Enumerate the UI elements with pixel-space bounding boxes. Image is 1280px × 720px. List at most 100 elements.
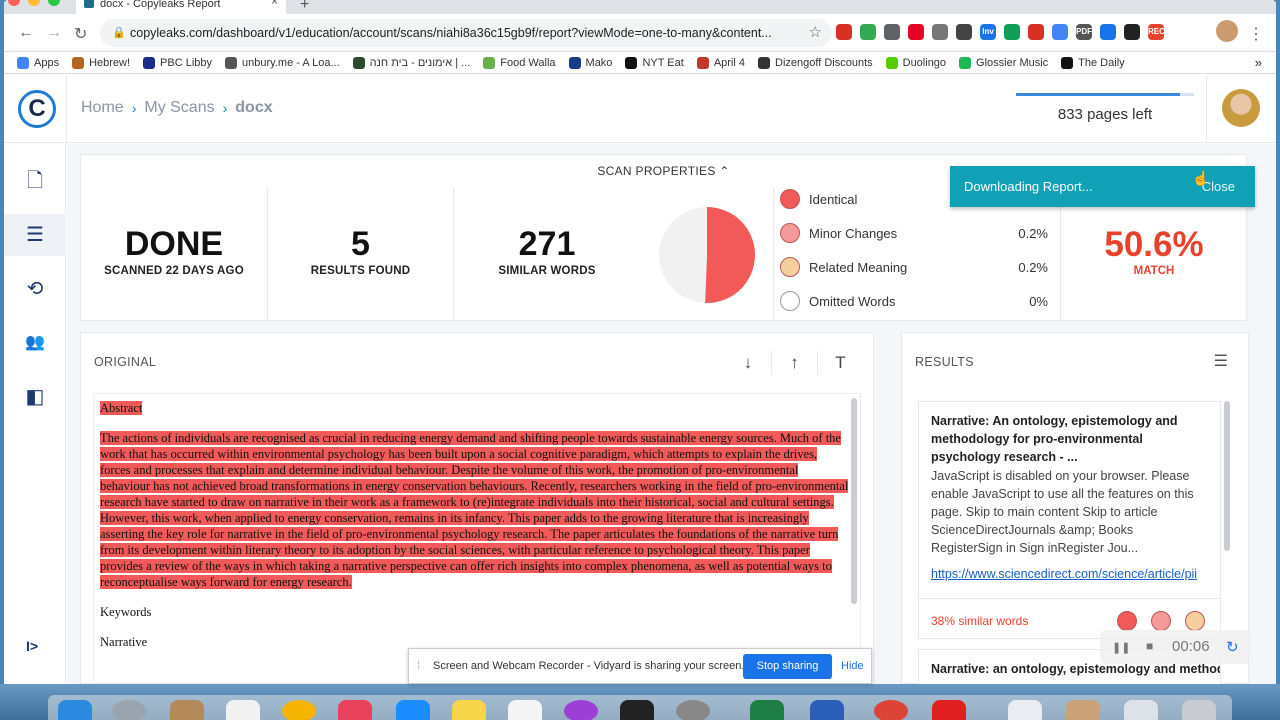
screen-share-bar: ⁞ Screen and Webcam Recorder - Vidyard i…	[408, 648, 872, 684]
breadcrumb-my-scans[interactable]: My Scans	[144, 99, 214, 117]
avatar[interactable]	[1222, 89, 1260, 127]
users-icon[interactable]: 👥	[4, 322, 66, 364]
bookmark-item[interactable]: Dizengoff Discounts	[758, 56, 873, 69]
breadcrumb-home[interactable]: Home	[81, 99, 124, 117]
bookmark-item[interactable]: unbury.me - A Loa...	[225, 56, 340, 69]
hide-button[interactable]: Hide	[841, 660, 864, 672]
expand-sidebar-icon[interactable]: I>	[26, 638, 38, 654]
result-title[interactable]: Narrative: An ontology, epistemology and…	[931, 412, 1208, 466]
bookmark-item[interactable]: Duolingo	[885, 56, 947, 69]
bookmark-star-icon[interactable]: ☆	[809, 19, 822, 47]
legend-minor-changes[interactable]: Minor Changes 0.2%	[780, 221, 1056, 245]
abstract-text: The actions of individuals are recognise…	[100, 431, 849, 589]
filter-icon[interactable]: ☰	[1214, 351, 1228, 371]
bookmark-label: The Daily	[1078, 56, 1125, 69]
new-document-icon[interactable]: 🗋	[4, 160, 66, 202]
results-scrollbar[interactable]	[1224, 401, 1230, 551]
window-thumbnail-icon[interactable]	[1124, 700, 1158, 720]
forward-icon[interactable]: →	[46, 24, 62, 42]
extension-icon[interactable]	[1028, 24, 1044, 40]
window-thumbnail-icon[interactable]	[1066, 700, 1100, 720]
window-thumbnail-icon[interactable]	[1008, 700, 1042, 720]
close-window-button[interactable]	[8, 0, 20, 6]
contacts-icon[interactable]	[170, 700, 204, 720]
original-title: ORIGINAL	[94, 355, 157, 369]
news-icon[interactable]	[338, 700, 372, 720]
bookmark-label: Glossier Music	[976, 56, 1049, 69]
photos-icon[interactable]	[282, 700, 316, 720]
notes-icon[interactable]	[452, 700, 486, 720]
legend-omitted-words[interactable]: Omitted Words 0%	[780, 289, 1056, 313]
extension-icon[interactable]	[1004, 24, 1020, 40]
bookmark-item[interactable]: Glossier Music	[959, 56, 1049, 69]
bookmark-favicon-icon	[696, 56, 709, 69]
extension-icon[interactable]	[884, 24, 900, 40]
extension-icon[interactable]	[860, 24, 876, 40]
launchpad-icon[interactable]	[112, 700, 146, 720]
extension-icon[interactable]	[1100, 24, 1116, 40]
extension-icon[interactable]	[908, 24, 924, 40]
prev-match-arrow-up-icon[interactable]: ↑	[771, 351, 817, 375]
bookmark-label: Apps	[34, 56, 60, 69]
podcasts-icon[interactable]	[564, 700, 598, 720]
new-tab-button[interactable]: +	[300, 0, 309, 14]
music-icon[interactable]	[508, 700, 542, 720]
extension-icon[interactable]	[1052, 24, 1068, 40]
extension-icon[interactable]	[932, 24, 948, 40]
document-scrollbar[interactable]	[851, 398, 857, 604]
extension-icon[interactable]	[836, 24, 852, 40]
stop-sharing-button[interactable]: Stop sharing	[743, 654, 832, 679]
menu-kebab-icon[interactable]: ⋮	[1248, 24, 1264, 44]
app-store-icon[interactable]	[396, 700, 430, 720]
excel-icon[interactable]	[750, 700, 784, 720]
extension-icon[interactable]	[956, 24, 972, 40]
extension-icon[interactable]: PDF	[1076, 24, 1092, 40]
minimize-window-button[interactable]	[28, 0, 40, 6]
bookmark-item[interactable]: אימונים - בית חנה | ...	[352, 56, 470, 69]
extension-icon[interactable]: REC	[1148, 24, 1165, 40]
bookmark-item[interactable]: Mako	[568, 56, 612, 69]
drag-handle-icon[interactable]: ⁞	[417, 660, 420, 672]
bookmark-item[interactable]: Food Walla	[483, 56, 556, 69]
bookmark-item[interactable]: Apps	[17, 56, 60, 69]
zoom-window-button[interactable]	[48, 0, 60, 6]
trash-icon[interactable]	[1182, 700, 1216, 720]
chrome-icon[interactable]	[874, 700, 908, 720]
word-icon[interactable]	[810, 700, 844, 720]
finder-icon[interactable]	[58, 700, 92, 720]
result-card[interactable]: Narrative: An ontology, epistemology and…	[918, 401, 1221, 639]
bookmark-item[interactable]: NYT Eat	[625, 56, 684, 69]
back-icon[interactable]: ←	[18, 24, 34, 42]
stop-icon[interactable]: ■	[1146, 639, 1153, 653]
bookmark-item[interactable]: Hebrew!	[72, 56, 130, 69]
scans-list-icon[interactable]: ☰	[4, 214, 66, 256]
more-bookmarks-icon[interactable]: »	[1255, 55, 1262, 70]
calendar-icon[interactable]	[226, 700, 260, 720]
browser-toolbar: ← → ↻ 🔒 copyleaks.com/dashboard/v1/educa…	[4, 14, 1276, 52]
address-bar[interactable]: 🔒 copyleaks.com/dashboard/v1/education/a…	[100, 19, 832, 47]
bookmark-item[interactable]: PBC Libby	[143, 56, 212, 69]
identical-dot-icon	[780, 189, 800, 209]
acrobat-icon[interactable]	[932, 700, 966, 720]
system-preferences-icon[interactable]	[676, 700, 710, 720]
restart-icon[interactable]: ↻	[1226, 638, 1239, 656]
pause-icon[interactable]: ❚❚	[1112, 641, 1130, 654]
history-icon[interactable]: ⟲	[4, 268, 66, 310]
tab-close-icon[interactable]: ×	[271, 0, 278, 7]
legend-related-meaning[interactable]: Related Meaning 0.2%	[780, 255, 1056, 279]
extension-icon[interactable]: Inv	[980, 24, 996, 40]
reload-icon[interactable]: ↻	[74, 24, 87, 44]
text-mode-icon[interactable]: T	[817, 351, 863, 375]
next-match-arrow-down-icon[interactable]: ↓	[725, 351, 771, 375]
profile-avatar-icon[interactable]	[1216, 20, 1238, 42]
result-link[interactable]: https://www.sciencedirect.com/science/ar…	[931, 567, 1208, 581]
tv-icon[interactable]	[620, 700, 654, 720]
copyleaks-logo[interactable]: C	[18, 90, 56, 128]
bookmark-item[interactable]: April 4	[696, 56, 745, 69]
extension-icon[interactable]	[1124, 24, 1140, 40]
compare-icon[interactable]: ◧	[4, 376, 66, 418]
browser-tab[interactable]: docx - Copyleaks Report ×	[76, 0, 286, 14]
document-viewer[interactable]: Abstract The actions of individuals are …	[93, 393, 861, 684]
bookmark-label: Duolingo	[902, 56, 947, 69]
bookmark-item[interactable]: The Daily	[1061, 56, 1125, 69]
